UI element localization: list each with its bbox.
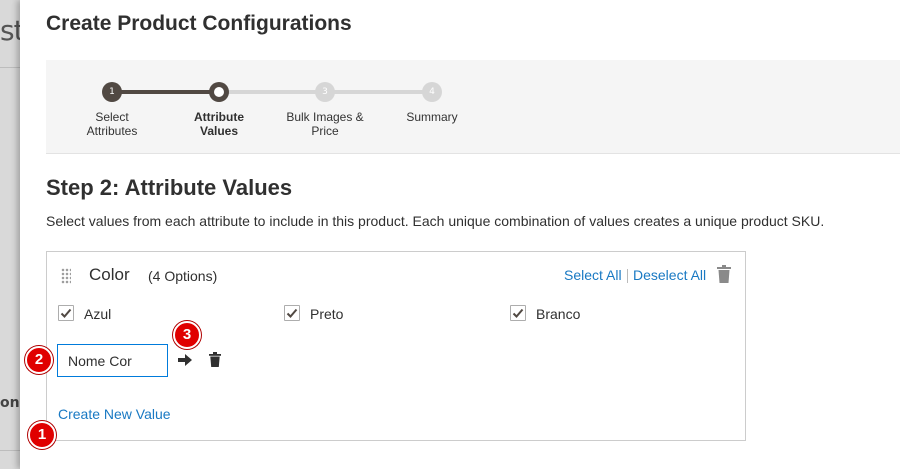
step-progress-line-completed xyxy=(112,90,219,94)
option-label: Azul xyxy=(84,306,112,322)
drag-handle-icon[interactable] xyxy=(61,268,71,284)
option-azul[interactable]: Azul xyxy=(58,305,238,323)
option-label: Branco xyxy=(536,306,581,322)
step-3-label: Bulk Images & Price xyxy=(286,110,364,138)
deselect-all-link[interactable]: Deselect All xyxy=(633,267,706,283)
new-value-input[interactable] xyxy=(57,344,168,377)
remove-attribute-trash-icon[interactable] xyxy=(717,265,731,283)
link-separator xyxy=(627,269,628,283)
option-label: Preto xyxy=(310,306,344,322)
option-checkbox[interactable] xyxy=(58,305,74,321)
callout-badge-1: 1 xyxy=(28,421,56,449)
callout-badge-2: 2 xyxy=(25,346,53,374)
modal-title: Create Product Configurations xyxy=(46,12,352,35)
attribute-values-panel-color: Color (4 Options) Select All Deselect Al… xyxy=(46,251,746,441)
option-branco[interactable]: Branco xyxy=(510,305,690,323)
step-wizard: 1 3 4 Select Attributes Attribute Values B… xyxy=(46,60,900,154)
step-4-label: Summary xyxy=(406,110,458,124)
option-checkbox[interactable] xyxy=(284,305,300,321)
checkmark-icon xyxy=(512,308,524,318)
step-description: Select values from each attribute to inc… xyxy=(46,213,825,229)
step-4-dot: 4 xyxy=(422,82,442,102)
step-2-dot xyxy=(209,82,229,102)
step-heading: Step 2: Attribute Values xyxy=(46,175,293,200)
save-value-arrow-icon[interactable] xyxy=(177,352,193,368)
option-checkbox[interactable] xyxy=(510,305,526,321)
option-preto[interactable]: Preto xyxy=(284,305,464,323)
create-product-configurations-modal: Create Product Configurations 1 3 4 Sele… xyxy=(20,0,900,469)
select-all-link[interactable]: Select All xyxy=(564,267,622,283)
checkmark-icon xyxy=(60,308,72,318)
checkmark-icon xyxy=(286,308,298,318)
callout-badge-3: 3 xyxy=(173,321,201,349)
step-3-dot: 3 xyxy=(315,82,335,102)
background-label-fragment: on xyxy=(0,395,20,411)
attribute-name: Color xyxy=(89,265,130,284)
step-2-label: Attribute Values xyxy=(194,110,244,138)
step-1-dot[interactable]: 1 xyxy=(102,82,122,102)
delete-value-trash-icon[interactable] xyxy=(209,352,221,367)
step-1-label[interactable]: Select Attributes xyxy=(62,110,162,138)
attribute-option-count: (4 Options) xyxy=(148,268,218,284)
create-new-value-link[interactable]: Create New Value xyxy=(58,406,171,422)
